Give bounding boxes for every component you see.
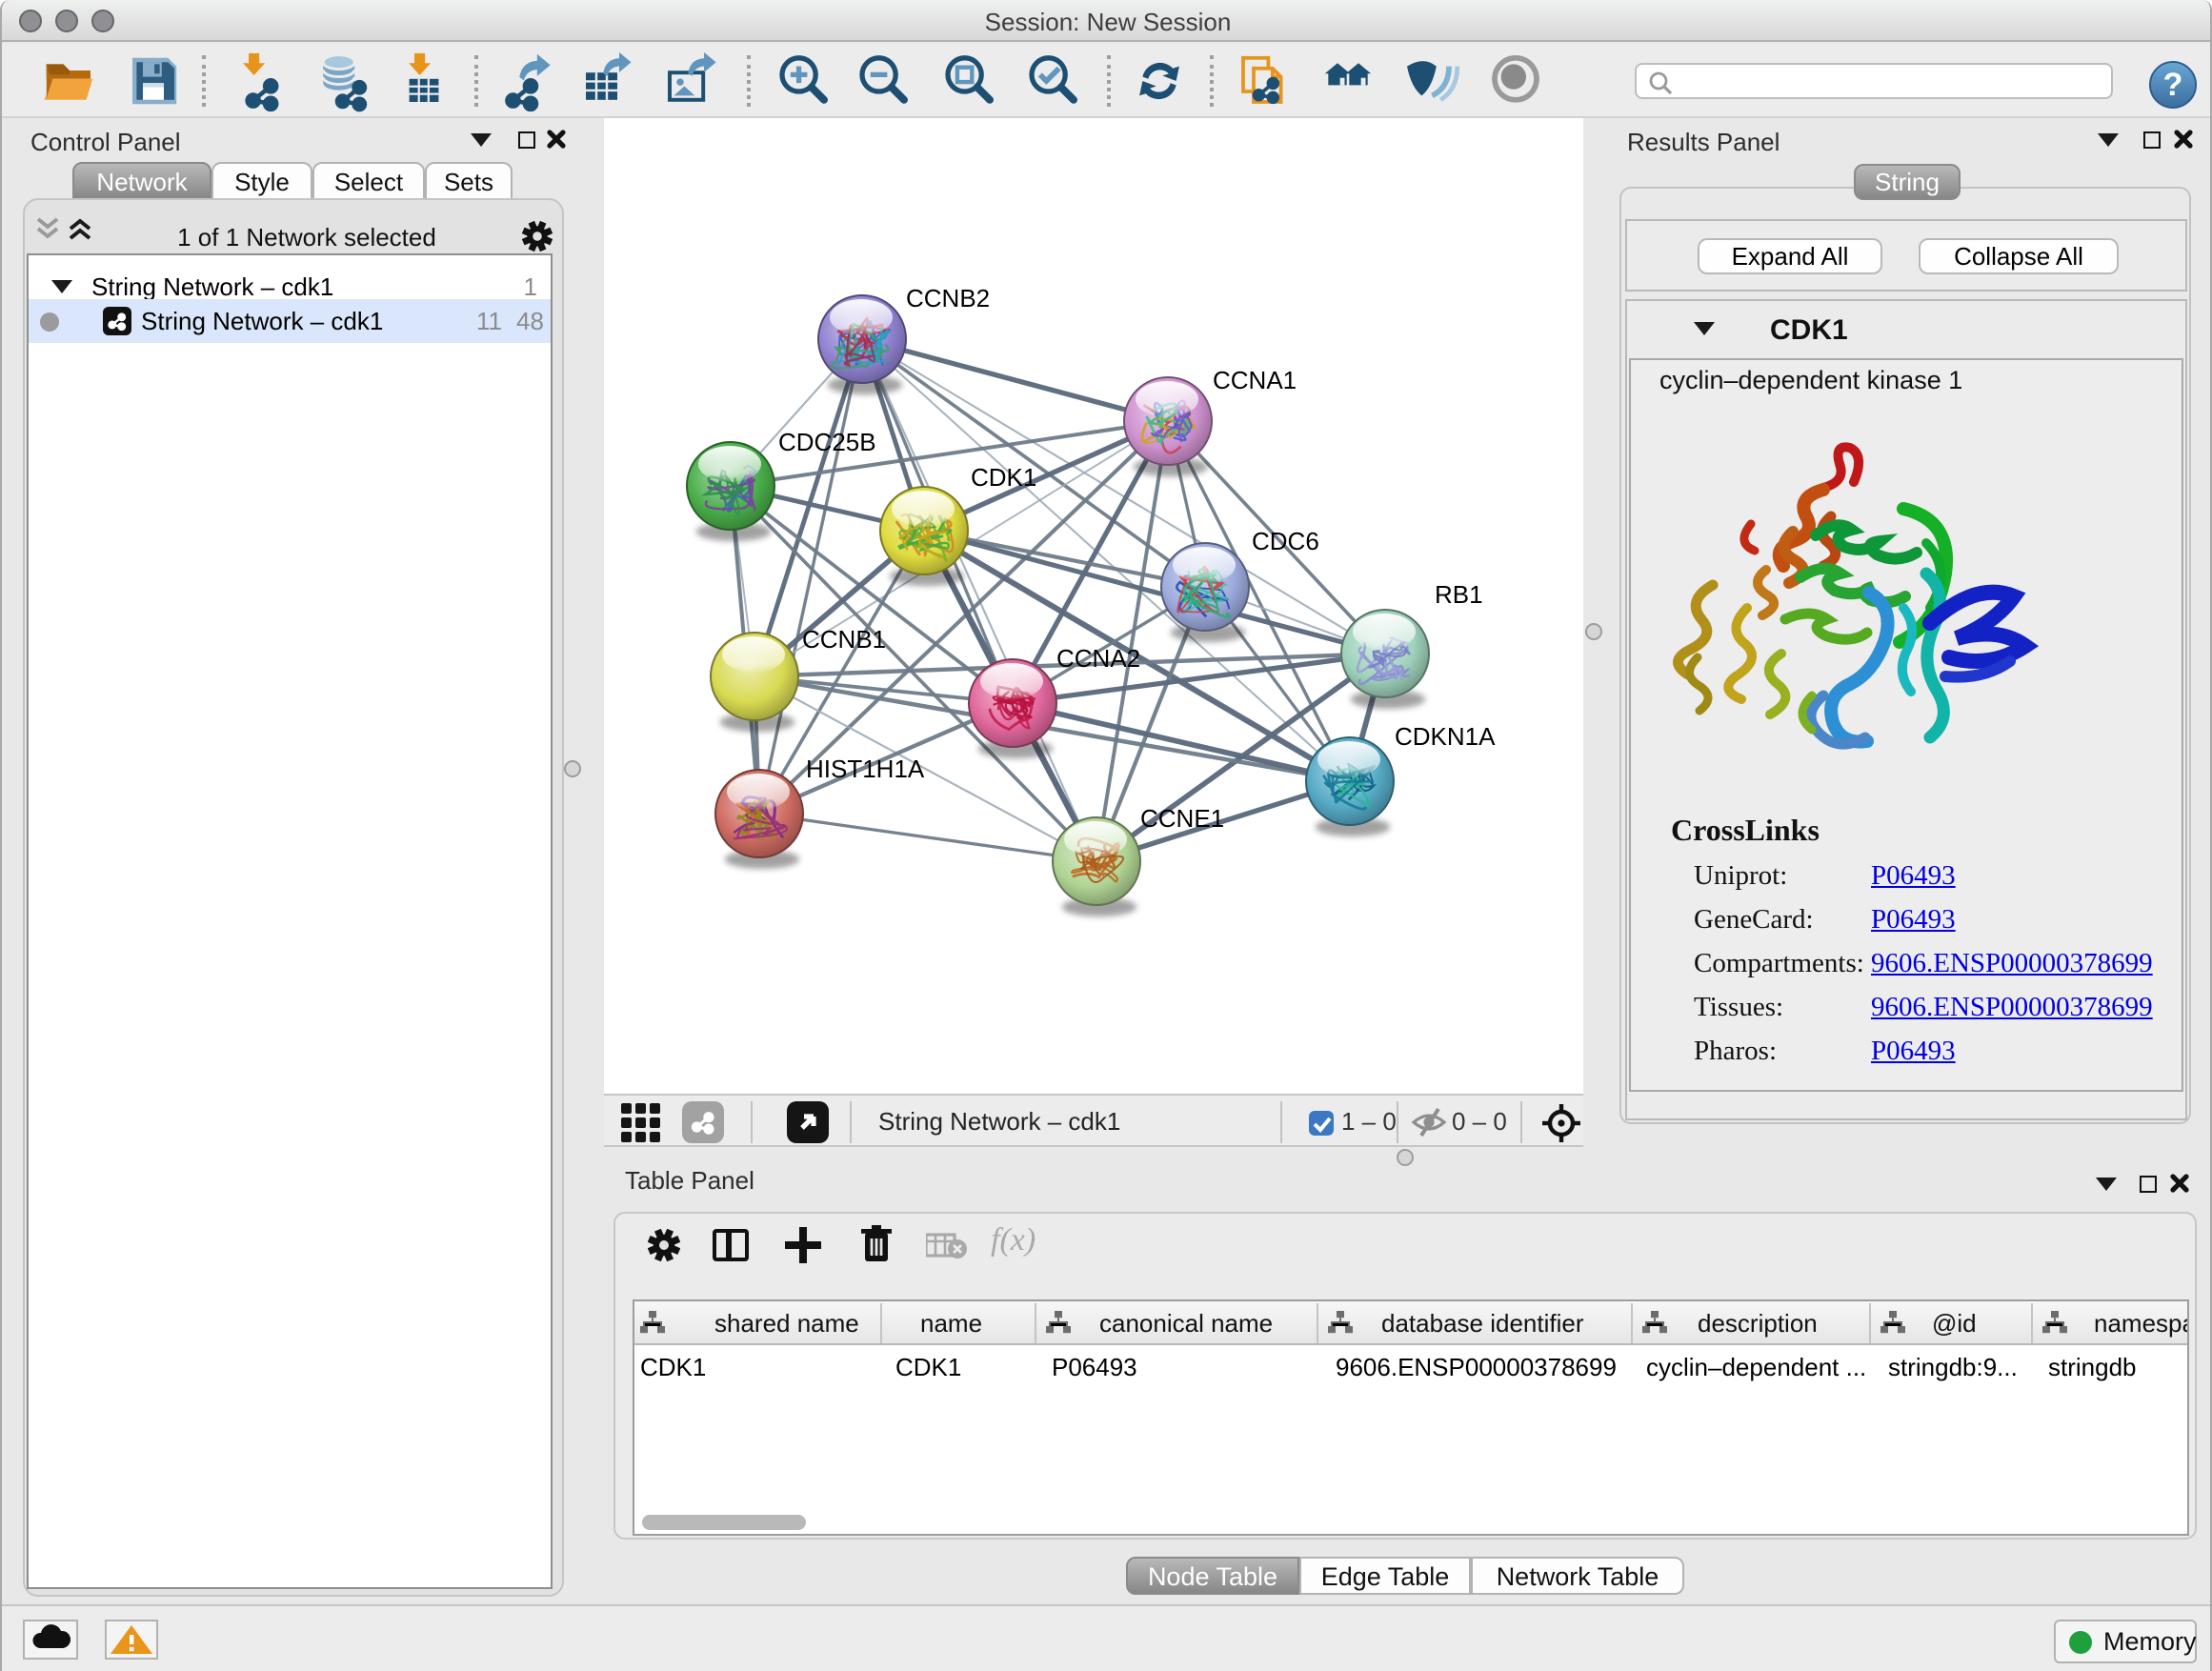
svg-text:CDC6: CDC6 xyxy=(1252,527,1319,555)
svg-text:CDK1: CDK1 xyxy=(971,463,1036,492)
svg-text:CCNB1: CCNB1 xyxy=(802,625,886,654)
svg-text:CCNE1: CCNE1 xyxy=(1140,804,1224,833)
svg-text:CCNA2: CCNA2 xyxy=(1056,644,1140,673)
svg-text:CCNB2: CCNB2 xyxy=(906,284,990,312)
svg-text:RB1: RB1 xyxy=(1435,580,1483,609)
svg-text:HIST1H1A: HIST1H1A xyxy=(806,755,925,783)
svg-text:CDC25B: CDC25B xyxy=(778,428,876,456)
svg-text:CCNA1: CCNA1 xyxy=(1213,366,1297,394)
svg-text:CDKN1A: CDKN1A xyxy=(1395,722,1496,751)
